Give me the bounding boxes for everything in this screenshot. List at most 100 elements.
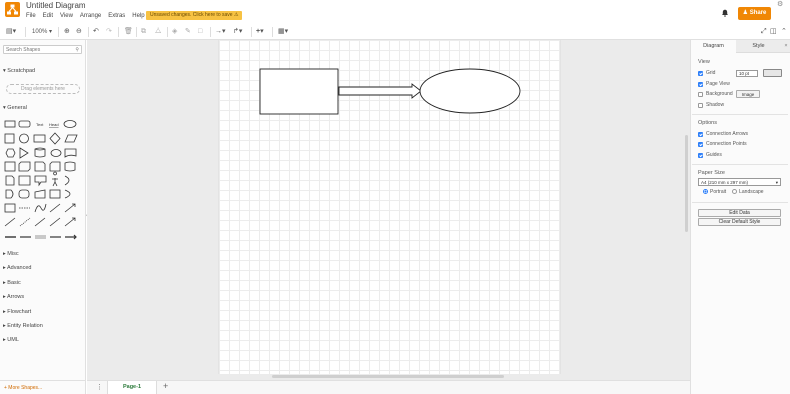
delete-icon[interactable]: 🗑 — [124, 27, 133, 37]
scratchpad-header[interactable]: ▾ Scratchpad — [3, 68, 35, 74]
menu-arrange[interactable]: Arrange — [80, 13, 101, 19]
shape-or[interactable] — [64, 175, 70, 186]
shape-curve[interactable] — [34, 203, 47, 213]
category-advanced[interactable]: ▸ Advanced — [3, 265, 31, 271]
guides-checkbox[interactable]: Guides — [698, 152, 722, 158]
redo-icon[interactable]: ↷ — [106, 27, 112, 37]
shape-arrow[interactable] — [64, 203, 76, 213]
shadow-icon[interactable]: □ — [198, 27, 202, 37]
shape-search-input[interactable] — [4, 46, 72, 53]
category-basic[interactable]: ▸ Basic — [3, 280, 21, 286]
share-button[interactable]: ♟ Share — [738, 7, 771, 20]
connection-arrows-checkbox-box[interactable] — [698, 131, 703, 137]
document-title[interactable]: Untitled Diagram — [26, 1, 86, 10]
table-insert-icon[interactable]: ▦▾ — [278, 27, 288, 37]
edit-data-button[interactable]: Edit Data — [698, 209, 781, 217]
grid-size-input[interactable]: 10 pt — [736, 70, 758, 77]
shadow-checkbox[interactable]: Shadow — [698, 102, 724, 108]
shape-container[interactable] — [4, 203, 16, 213]
diagram-arrow-shape[interactable] — [338, 83, 422, 99]
close-panel-icon[interactable]: × — [781, 40, 790, 53]
shadow-checkbox-box[interactable] — [698, 102, 703, 108]
shape-cloud[interactable] — [50, 149, 62, 157]
category-misc[interactable]: ▸ Misc — [3, 251, 19, 257]
add-page-icon[interactable]: + — [163, 381, 168, 391]
shape-bidirectional-arrow[interactable] — [49, 203, 61, 213]
diagram-ellipse-shape[interactable] — [419, 68, 521, 114]
menu-help[interactable]: Help — [132, 13, 144, 19]
background-image-button[interactable]: Image — [736, 90, 760, 98]
shape-ellipse[interactable] — [63, 120, 77, 128]
shape-cube[interactable] — [18, 161, 31, 172]
page-view-checkbox-box[interactable] — [698, 81, 703, 87]
notification-bell-icon[interactable] — [721, 9, 729, 17]
drawio-logo-icon[interactable] — [5, 2, 20, 17]
collapse-toolbar-icon[interactable]: ⌃ — [781, 27, 787, 37]
shape-connector[interactable] — [34, 217, 46, 227]
more-shapes-link[interactable]: + More Shapes... — [4, 385, 42, 391]
search-icon[interactable]: ⚲ — [75, 47, 79, 53]
shape-parallelogram[interactable] — [64, 134, 78, 143]
fullscreen-icon[interactable]: ⤢ — [761, 27, 767, 37]
zoom-out-icon[interactable]: ⊖ — [76, 27, 82, 37]
scratchpad-dropzone[interactable]: Drag elements here — [6, 84, 80, 94]
connection-style-icon[interactable]: →▾ — [215, 27, 226, 37]
zoom-in-icon[interactable]: ⊕ — [64, 27, 70, 37]
shape-callout[interactable] — [34, 175, 47, 187]
connection-points-checkbox-box[interactable] — [698, 141, 703, 147]
guides-checkbox-box[interactable] — [698, 152, 703, 158]
vertical-scrollbar[interactable] — [685, 135, 688, 232]
category-entity-relation[interactable]: ▸ Entity Relation — [3, 323, 43, 329]
shape-diamond[interactable] — [49, 132, 61, 145]
page-view-checkbox[interactable]: Page View — [698, 81, 730, 87]
horizontal-scrollbar[interactable] — [272, 375, 504, 378]
undo-icon[interactable]: ↶ — [93, 27, 99, 37]
grid-checkbox[interactable]: Grid — [698, 70, 715, 76]
fill-color-icon[interactable]: ◈ — [172, 27, 177, 37]
to-back-icon[interactable]: ⧊ — [155, 27, 161, 37]
landscape-radio[interactable]: Landscape — [732, 189, 764, 195]
shape-tape[interactable] — [64, 161, 76, 172]
sidebar-toggle-icon[interactable]: ▤▾ — [6, 27, 16, 37]
unsaved-changes-banner[interactable]: Unsaved changes. Click here to save ⚠ — [146, 11, 243, 20]
shape-thick-arrow[interactable] — [65, 234, 77, 240]
shape-double-line[interactable] — [35, 235, 46, 239]
connection-arrows-checkbox[interactable]: Connection Arrows — [698, 131, 748, 137]
background-checkbox-box[interactable] — [698, 91, 703, 97]
pages-menu-icon[interactable]: ⋮ — [96, 383, 103, 391]
menu-file[interactable]: File — [26, 13, 36, 19]
menu-extras[interactable]: Extras — [108, 13, 125, 19]
category-uml[interactable]: ▸ UML — [3, 337, 19, 343]
tab-style[interactable]: Style — [736, 40, 781, 53]
shape-internal-storage[interactable] — [4, 161, 16, 172]
shape-card[interactable] — [49, 161, 61, 172]
menu-view[interactable]: View — [60, 13, 73, 19]
connection-points-checkbox[interactable]: Connection Points — [698, 141, 747, 147]
diagram-canvas[interactable] — [87, 40, 690, 380]
clear-default-style-button[interactable]: Clear Default Style — [698, 218, 781, 226]
waypoints-icon[interactable]: ↱▾ — [233, 27, 242, 37]
to-front-icon[interactable]: ⧉ — [141, 27, 146, 37]
shape-triangle[interactable] — [19, 147, 29, 159]
shape-dotted-line[interactable] — [19, 217, 31, 227]
category-flowchart[interactable]: ▸ Flowchart — [3, 309, 31, 315]
portrait-radio[interactable]: Portrait — [703, 189, 726, 195]
settings-gear-icon[interactable]: ⚙ — [777, 0, 783, 8]
shape-circle[interactable] — [19, 133, 29, 144]
menu-edit[interactable]: Edit — [43, 13, 53, 19]
shape-textbox[interactable]: Head — [49, 122, 59, 127]
shape-step[interactable] — [18, 175, 31, 186]
shape-manual-input[interactable] — [34, 189, 46, 199]
shape-hexagon[interactable] — [5, 148, 16, 158]
shape-page[interactable] — [5, 175, 15, 186]
shape-display[interactable] — [18, 189, 30, 199]
shape-cylinder[interactable] — [34, 147, 46, 158]
shape-square[interactable] — [4, 133, 15, 144]
shape-actor[interactable] — [52, 171, 58, 187]
shape-line[interactable] — [4, 217, 16, 227]
shape-half-circle[interactable] — [64, 189, 71, 199]
general-header[interactable]: ▾ General — [3, 105, 27, 111]
shape-delay[interactable] — [5, 189, 14, 199]
landscape-radio-dot[interactable] — [732, 189, 738, 195]
shape-frame[interactable] — [49, 189, 61, 199]
